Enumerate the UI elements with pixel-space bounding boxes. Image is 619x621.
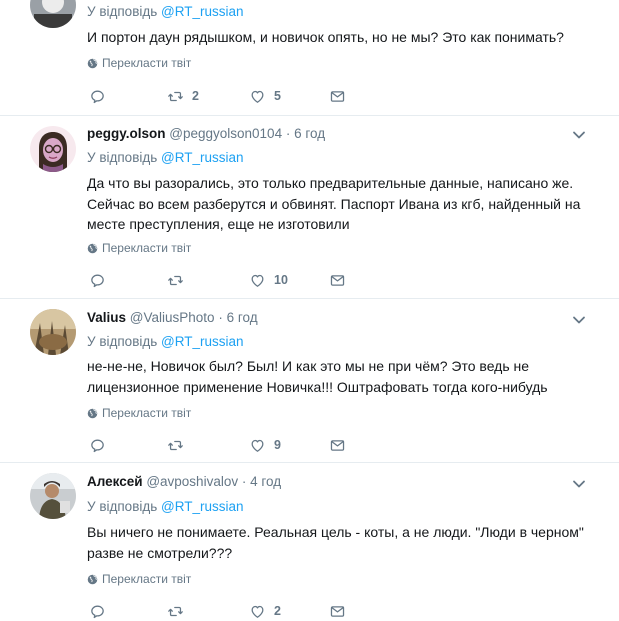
tweet[interactable]: Алексей @avposhivalov · 4 год У відповід… bbox=[0, 463, 619, 618]
tweet-header: peggy.olson @peggyolson0104 · 6 год bbox=[87, 126, 325, 144]
reply-icon bbox=[89, 272, 106, 289]
user-handle[interactable]: @ValiusPhoto bbox=[130, 310, 215, 325]
heart-icon bbox=[249, 88, 266, 105]
reply-prefix: У відповідь bbox=[87, 4, 158, 19]
heart-icon bbox=[249, 272, 266, 289]
reply-to-line: У відповідь @RT_russian bbox=[87, 334, 244, 349]
tweet-actions: 10 bbox=[87, 270, 367, 290]
direct-message-button[interactable] bbox=[329, 86, 346, 106]
retweet-icon bbox=[167, 603, 184, 620]
direct-message-button[interactable] bbox=[329, 435, 346, 455]
tweet[interactable]: У відповідь @RT_russian И портон даун ря… bbox=[0, 0, 619, 115]
reply-button[interactable] bbox=[89, 86, 114, 106]
retweet-icon bbox=[167, 437, 184, 454]
tweet-text: И портон даун рядышком, и новичок опять,… bbox=[87, 29, 564, 45]
direct-message-button[interactable] bbox=[329, 601, 346, 621]
like-count: 5 bbox=[274, 89, 281, 103]
envelope-icon bbox=[329, 272, 346, 289]
display-name[interactable]: Valius bbox=[87, 310, 126, 325]
reply-icon bbox=[89, 603, 106, 620]
tweet-text: Вы ничего не понимаете. Реальная цель - … bbox=[87, 524, 584, 561]
separator-dot: · bbox=[241, 474, 247, 489]
user-handle[interactable]: @peggyolson0104 bbox=[169, 126, 282, 141]
retweet-button[interactable]: 2 bbox=[167, 86, 199, 106]
reply-button[interactable] bbox=[89, 601, 114, 621]
avatar[interactable] bbox=[30, 473, 76, 519]
retweet-button[interactable] bbox=[167, 435, 192, 455]
retweet-button[interactable] bbox=[167, 601, 192, 621]
retweet-icon bbox=[167, 272, 184, 289]
reply-to-line: У відповідь @RT_russian bbox=[87, 150, 244, 165]
like-button[interactable]: 10 bbox=[249, 270, 288, 290]
reply-to-line: У відповідь @RT_russian bbox=[87, 499, 244, 514]
separator-dot: · bbox=[218, 310, 223, 325]
reply-button[interactable] bbox=[89, 435, 114, 455]
globe-icon bbox=[87, 574, 98, 585]
globe-icon bbox=[87, 408, 98, 419]
globe-icon bbox=[87, 58, 98, 69]
tweet-actions: 2 5 bbox=[87, 86, 367, 106]
translate-label: Перекласти твіт bbox=[102, 406, 192, 420]
envelope-icon bbox=[329, 603, 346, 620]
envelope-icon bbox=[329, 88, 346, 105]
reply-prefix: У відповідь bbox=[87, 334, 158, 349]
timestamp[interactable]: 6 год bbox=[227, 310, 258, 325]
tweet-actions: 9 bbox=[87, 435, 367, 455]
reply-to-mention[interactable]: @RT_russian bbox=[161, 334, 243, 349]
retweet-count: 2 bbox=[192, 89, 199, 103]
reply-prefix: У відповідь bbox=[87, 150, 158, 165]
avatar[interactable] bbox=[30, 126, 76, 172]
reply-icon bbox=[89, 88, 106, 105]
tweet-text: Да что вы разорались, это только предвар… bbox=[87, 175, 581, 232]
tweet[interactable]: peggy.olson @peggyolson0104 · 6 год У ві… bbox=[0, 116, 619, 298]
like-button[interactable]: 9 bbox=[249, 435, 281, 455]
timestamp[interactable]: 4 год bbox=[250, 474, 281, 489]
heart-icon bbox=[249, 603, 266, 620]
like-button[interactable]: 5 bbox=[249, 86, 281, 106]
like-button[interactable]: 2 bbox=[249, 601, 281, 621]
direct-message-button[interactable] bbox=[329, 270, 346, 290]
display-name[interactable]: peggy.olson bbox=[87, 126, 166, 141]
separator-dot: · bbox=[285, 126, 291, 141]
display-name[interactable]: Алексей bbox=[87, 474, 143, 489]
chevron-down-icon[interactable] bbox=[572, 479, 586, 489]
globe-icon bbox=[87, 243, 98, 254]
tweet-header: Алексей @avposhivalov · 4 год bbox=[87, 474, 281, 492]
envelope-icon bbox=[329, 437, 346, 454]
retweet-icon bbox=[167, 88, 184, 105]
translate-tweet-link[interactable]: Перекласти твіт bbox=[87, 56, 191, 70]
tweet-text: не-не-не, Новичок был? Был! И как это мы… bbox=[87, 358, 548, 395]
like-count: 9 bbox=[274, 438, 281, 452]
reply-icon bbox=[89, 437, 106, 454]
tweet[interactable]: Valius @ValiusPhoto · 6 год У відповідь … bbox=[0, 299, 619, 462]
translate-tweet-link[interactable]: Перекласти твіт bbox=[87, 241, 191, 255]
reply-to-line: У відповідь @RT_russian bbox=[87, 4, 244, 19]
heart-icon bbox=[249, 437, 266, 454]
avatar[interactable] bbox=[30, 0, 76, 28]
timestamp[interactable]: 6 год bbox=[294, 126, 325, 141]
translate-tweet-link[interactable]: Перекласти твіт bbox=[87, 406, 191, 420]
avatar[interactable] bbox=[30, 309, 76, 355]
translate-label: Перекласти твіт bbox=[102, 56, 192, 70]
translate-tweet-link[interactable]: Перекласти твіт bbox=[87, 572, 191, 586]
tweet-header: Valius @ValiusPhoto · 6 год bbox=[87, 310, 258, 328]
translate-label: Перекласти твіт bbox=[102, 572, 192, 586]
translate-label: Перекласти твіт bbox=[102, 241, 192, 255]
reply-prefix: У відповідь bbox=[87, 499, 158, 514]
tweet-actions: 2 bbox=[87, 601, 367, 621]
like-count: 10 bbox=[274, 273, 288, 287]
retweet-button[interactable] bbox=[167, 270, 192, 290]
reply-to-mention[interactable]: @RT_russian bbox=[161, 150, 243, 165]
chevron-down-icon[interactable] bbox=[572, 130, 586, 140]
chevron-down-icon[interactable] bbox=[572, 315, 586, 325]
reply-to-mention[interactable]: @RT_russian bbox=[161, 4, 243, 19]
reply-button[interactable] bbox=[89, 270, 114, 290]
reply-to-mention[interactable]: @RT_russian bbox=[161, 499, 243, 514]
user-handle[interactable]: @avposhivalov bbox=[146, 474, 238, 489]
